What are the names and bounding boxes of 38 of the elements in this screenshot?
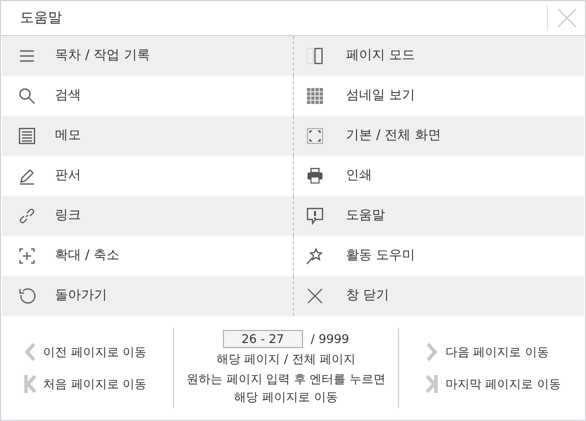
- menu-item[interactable]: 메모: [2, 116, 293, 156]
- page-caption: 해당 페이지 / 전체 페이지: [216, 351, 356, 368]
- page-nav-link[interactable]: 처음 페이지로 이동: [23, 374, 147, 394]
- magic-wand-icon: [306, 247, 324, 265]
- page-total: / 9999: [310, 331, 350, 348]
- close-icon: [556, 7, 578, 29]
- menu-item[interactable]: 창 닫기: [293, 276, 584, 316]
- close-icon: [306, 287, 324, 305]
- first-page-icon: [23, 374, 37, 394]
- menu-item[interactable]: 기본 / 전체 화면: [293, 116, 584, 156]
- memo-icon: [18, 127, 36, 145]
- chevron-right-icon: [425, 342, 440, 362]
- zoom-icon: [18, 247, 36, 265]
- chevron-left-icon: [23, 342, 37, 362]
- page-nav-link[interactable]: 마지막 페이지로 이동: [425, 374, 561, 394]
- link-icon: [18, 207, 36, 225]
- page-nav-link[interactable]: 이전 페이지로 이동: [23, 342, 147, 362]
- undo-icon: [18, 287, 36, 305]
- hint-text: 원하는 페이지 입력 후 엔터를 누르면 해당 페이지로 이동: [186, 371, 386, 406]
- page-input[interactable]: 26 - 27: [222, 330, 303, 348]
- page-nav-link[interactable]: 다음 페이지로 이동: [425, 342, 561, 362]
- menu-item[interactable]: 페이지 모드: [293, 36, 584, 76]
- fullscreen-icon: [306, 127, 324, 145]
- window-title: 도움말: [19, 8, 63, 28]
- menu-item[interactable]: 링크: [2, 196, 293, 236]
- menu-item[interactable]: 목차 / 작업 기록: [2, 36, 293, 76]
- search-icon: [18, 87, 36, 105]
- menu-item[interactable]: 검색: [2, 76, 293, 116]
- menu-item[interactable]: 돌아가기: [2, 276, 293, 316]
- menu-item[interactable]: 확대 / 축소: [2, 236, 293, 276]
- last-page-icon: [425, 374, 440, 394]
- menu-item[interactable]: 판서: [2, 156, 293, 196]
- grid-icon: [306, 87, 324, 105]
- pencil-icon: [18, 167, 36, 185]
- menu-item[interactable]: 도움말: [293, 196, 584, 236]
- page-icon: [306, 47, 324, 65]
- printer-icon: [306, 167, 324, 185]
- speech-bubble-icon: [306, 207, 324, 225]
